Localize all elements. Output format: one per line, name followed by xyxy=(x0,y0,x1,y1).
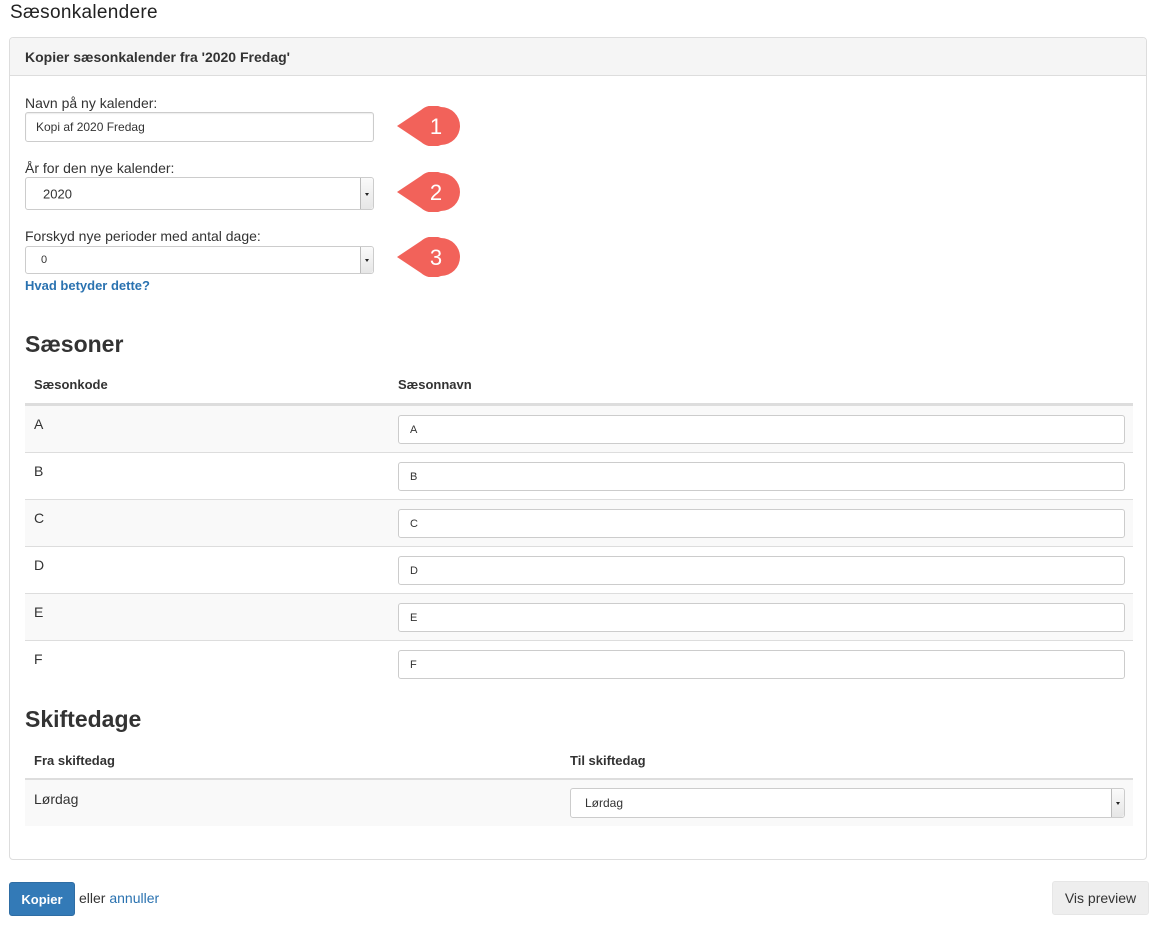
callout-3-number: 3 xyxy=(430,245,442,270)
callout-1-number: 1 xyxy=(430,114,442,139)
shift-days-select[interactable]: 0 xyxy=(25,246,374,274)
season-code: B xyxy=(34,463,44,479)
or-label: eller xyxy=(79,890,106,906)
chevron-down-icon xyxy=(1111,789,1124,817)
calendar-name-input[interactable] xyxy=(25,112,374,142)
shift-label: Forskyd nye perioder med antal dage: xyxy=(25,228,261,244)
callout-2-icon: 2 xyxy=(397,172,460,212)
callout-2-number: 2 xyxy=(430,180,442,205)
season-code: C xyxy=(34,510,45,526)
chevron-down-icon xyxy=(360,247,373,273)
copy-button[interactable]: Kopier xyxy=(9,882,75,916)
changeover-to-value: Lørdag xyxy=(585,796,624,810)
changeover-col-to: Til skiftedag xyxy=(570,753,646,768)
table-row: Lørdag Lørdag xyxy=(25,780,1133,826)
callout-3-icon: 3 xyxy=(397,237,460,277)
season-code: F xyxy=(34,651,43,667)
changeover-to-select[interactable]: Lørdag xyxy=(570,788,1125,818)
shift-select-value: 0 xyxy=(41,254,48,266)
season-code: A xyxy=(34,416,44,432)
year-select[interactable]: 2020 xyxy=(25,177,374,210)
changeover-table: Fra skiftedag Til skiftedag Lørdag Lørda… xyxy=(25,753,1133,827)
seasons-table: Sæsonkode Sæsonnavn A B C D E F xyxy=(25,377,1133,679)
name-label: Navn på ny kalender: xyxy=(25,95,158,111)
panel-heading: Kopier sæsonkalender fra '2020 Fredag' xyxy=(10,38,1146,76)
help-link[interactable]: Hvad betyder dette? xyxy=(25,278,150,293)
season-name-input[interactable] xyxy=(398,556,1125,585)
year-label: År for den nye kalender: xyxy=(25,160,175,176)
season-name-input[interactable] xyxy=(398,509,1125,538)
copy-calendar-panel: Kopier sæsonkalender fra '2020 Fredag' N… xyxy=(9,37,1147,860)
season-name-input[interactable] xyxy=(398,603,1125,632)
changeover-from-value: Lørdag xyxy=(34,791,79,807)
season-code: D xyxy=(34,557,45,573)
table-row: A xyxy=(25,405,1133,452)
page-title: Sæsonkalendere xyxy=(10,2,158,23)
season-code: E xyxy=(34,604,44,620)
seasons-col-code: Sæsonkode xyxy=(34,377,108,392)
chevron-down-icon xyxy=(360,178,373,209)
preview-button[interactable]: Vis preview xyxy=(1052,881,1149,915)
callout-1-icon: 1 xyxy=(397,106,460,146)
year-select-value: 2020 xyxy=(43,186,72,201)
changeover-col-from: Fra skiftedag xyxy=(34,753,115,768)
season-name-input[interactable] xyxy=(398,650,1125,679)
table-row: B xyxy=(25,452,1133,499)
table-row: E xyxy=(25,593,1133,640)
table-row: D xyxy=(25,546,1133,593)
table-row: F xyxy=(25,640,1133,687)
changeover-title: Skiftedage xyxy=(25,706,142,732)
table-row: C xyxy=(25,499,1133,546)
season-name-input[interactable] xyxy=(398,415,1125,444)
season-name-input[interactable] xyxy=(398,462,1125,491)
cancel-link[interactable]: annuller xyxy=(109,890,159,906)
or-text: eller annuller xyxy=(79,890,159,906)
seasons-title: Sæsoner xyxy=(25,331,124,357)
seasons-col-name: Sæsonnavn xyxy=(398,377,472,392)
